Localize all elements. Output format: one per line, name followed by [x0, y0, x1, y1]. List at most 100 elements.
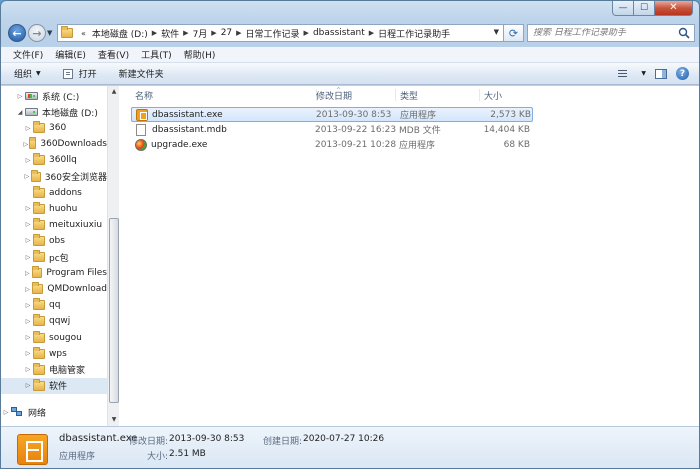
column-name[interactable]: 名称 ^ [131, 87, 341, 102]
breadcrumb-separator-icon[interactable]: ▶ [210, 29, 217, 37]
folder-icon [32, 282, 44, 295]
tree-expand-icon[interactable]: ▷ [23, 221, 33, 228]
sidebar-item[interactable]: ▷ huohu [1, 201, 107, 217]
close-button[interactable]: ✕ [655, 1, 693, 16]
sidebar-item[interactable]: ◢ 本地磁盘 (D:) [1, 104, 107, 120]
tree-expand-icon[interactable]: ▷ [23, 157, 33, 164]
open-button[interactable]: 打开 [62, 67, 97, 80]
breadcrumb-july[interactable]: 7月 [190, 27, 211, 40]
tree-expand-icon[interactable]: ▷ [23, 318, 33, 325]
column-modified[interactable]: 修改日期 [312, 89, 396, 102]
address-bar[interactable]: « 本地磁盘 (D:) ▶ 软件 ▶ 7月 ▶ 27 ▶ 日常工作记录 ▶ db… [57, 24, 504, 42]
search-box[interactable] [527, 24, 695, 42]
breadcrumb-software[interactable]: 软件 [158, 27, 182, 40]
recent-pages-dropdown[interactable]: ▼ [47, 29, 52, 37]
address-dropdown-icon[interactable]: ▼ [494, 28, 499, 36]
breadcrumb-separator-icon[interactable]: ▶ [368, 29, 375, 37]
sidebar-item[interactable]: ▷ 系统 (C:) [1, 88, 107, 104]
tree-expand-icon[interactable]: ▷ [23, 173, 31, 180]
tree-expand-icon[interactable]: ▷ [23, 125, 33, 132]
forward-button[interactable]: → [28, 24, 46, 42]
preview-pane-button[interactable] [654, 67, 668, 80]
menu-help[interactable]: 帮助(H) [178, 48, 222, 61]
folder-icon [33, 330, 45, 343]
minimize-button[interactable]: — [612, 1, 634, 16]
new-folder-button[interactable]: 新建文件夹 [119, 67, 164, 80]
sidebar-item[interactable]: ▷ 360安全浏览器 [1, 169, 107, 185]
tree-expand-icon[interactable]: ▷ [23, 382, 33, 389]
navigation-pane[interactable]: ▷ 系统 (C:) ◢ 本地磁盘 (D:) ▷ 360 ▷ 360Downloads ▷ 360l… [1, 86, 111, 426]
sidebar-item[interactable]: ▷ 360 [1, 120, 107, 136]
menu-view[interactable]: 查看(V) [92, 48, 135, 61]
sidebar-item[interactable]: ▷ 360llq [1, 152, 107, 168]
file-row[interactable]: upgrade.exe 2013-09-21 10:28 应用程序 68 KB [131, 137, 533, 152]
breadcrumb-separator-icon[interactable]: ▶ [151, 29, 158, 37]
breadcrumb-current-folder[interactable]: 日程工作记录助手 [375, 27, 453, 40]
tree-expand-icon[interactable]: ▷ [23, 302, 33, 309]
tree-expand-icon[interactable]: ▷ [15, 93, 25, 100]
open-label: 打开 [78, 70, 97, 80]
sidebar-item[interactable]: ▷ pc包 [1, 249, 107, 265]
view-options-dropdown-icon[interactable]: ▼ [641, 70, 646, 77]
tree-expand-icon[interactable]: ▷ [1, 409, 11, 416]
maximize-button[interactable]: ☐ [634, 1, 655, 16]
refresh-button[interactable]: ⟳ [504, 24, 524, 42]
sidebar-item[interactable]: ▷ qqwj [1, 313, 107, 329]
tree-expand-icon[interactable]: ◢ [15, 109, 25, 116]
tree-expand-icon[interactable]: ▷ [23, 205, 33, 212]
address-overflow-chevron[interactable]: « [77, 29, 89, 38]
breadcrumb-separator-icon[interactable]: ▶ [235, 29, 242, 37]
menu-tools[interactable]: 工具(T) [135, 48, 178, 61]
sidebar-item[interactable]: ▷ 360Downloads [1, 136, 107, 152]
column-size[interactable]: 大小 [480, 89, 535, 102]
sidebar-item[interactable]: ▷ 软件 [1, 377, 107, 394]
sidebar-item[interactable]: ▷ QMDownload [1, 281, 107, 297]
tree-expand-icon[interactable]: ▷ [23, 237, 33, 244]
help-icon[interactable]: ? [676, 67, 689, 80]
sidebar-item-network[interactable]: ▷ 网络 [1, 404, 107, 420]
sidebar-item[interactable]: ▷ Program Files [1, 265, 107, 281]
tree-expand-icon[interactable]: ▷ [23, 141, 29, 148]
tree-expand-icon[interactable]: ▷ [23, 254, 33, 261]
tree-expand-icon[interactable]: ▷ [23, 286, 32, 293]
tree-expand-icon[interactable]: ▷ [23, 270, 32, 277]
menu-edit[interactable]: 编辑(E) [49, 48, 92, 61]
search-icon[interactable] [678, 27, 690, 39]
tree-expand-icon[interactable]: ▷ [23, 350, 33, 357]
file-size: 2,573 KB [490, 109, 531, 120]
tree-expand-icon[interactable]: ▷ [23, 334, 33, 341]
application-icon [17, 434, 48, 465]
change-view-icon[interactable] [615, 67, 629, 80]
search-input[interactable] [533, 28, 673, 38]
file-row[interactable]: dbassistant.exe 2013-09-30 8:53 应用程序 2,573 … [131, 107, 533, 122]
breadcrumb-separator-icon[interactable]: ▶ [182, 29, 189, 37]
sidebar-item[interactable]: ▷ meituxiuxiu [1, 217, 107, 233]
organize-button[interactable]: 组织 ▼ [14, 67, 41, 80]
sidebar-item[interactable]: addons [1, 185, 107, 201]
back-button[interactable]: ← [8, 24, 26, 42]
folder-icon [33, 362, 45, 375]
chevron-down-icon: ▼ [36, 70, 41, 77]
preview-pane-icon [655, 68, 667, 79]
breadcrumb-separator-icon[interactable]: ▶ [303, 29, 310, 37]
file-row[interactable]: dbassistant.mdb 2013-09-22 16:23 MDB 文件 14,… [131, 122, 533, 137]
scroll-down-icon[interactable]: ▼ [108, 414, 120, 426]
scrollbar-thumb[interactable] [109, 218, 119, 403]
navigation-scrollbar[interactable]: ▲ ▼ [107, 86, 119, 426]
breadcrumb-daily-log[interactable]: 日常工作记录 [243, 27, 303, 40]
tree-expand-icon[interactable]: ▷ [23, 366, 33, 373]
sidebar-item[interactable]: ▷ qq [1, 297, 107, 313]
column-type[interactable]: 类型 [396, 89, 480, 102]
scroll-up-icon[interactable]: ▲ [108, 86, 120, 98]
menu-file[interactable]: 文件(F) [7, 48, 49, 61]
breadcrumb-dbassistant[interactable]: dbassistant [310, 28, 368, 38]
file-name-cell: upgrade.exe [135, 138, 207, 151]
sidebar-item[interactable]: ▷ obs [1, 233, 107, 249]
folder-icon [33, 217, 45, 230]
breadcrumb-drive[interactable]: 本地磁盘 (D:) [89, 27, 151, 40]
file-list[interactable]: 名称 ^ 修改日期 类型 大小 dbassistant.exe 2013-09-3… [120, 86, 699, 426]
breadcrumb-27[interactable]: 27 [218, 28, 235, 38]
sidebar-item[interactable]: ▷ sougou [1, 330, 107, 346]
sidebar-item[interactable]: ▷ wps [1, 346, 107, 362]
sidebar-item[interactable]: ▷ 电脑管家 [1, 362, 107, 378]
